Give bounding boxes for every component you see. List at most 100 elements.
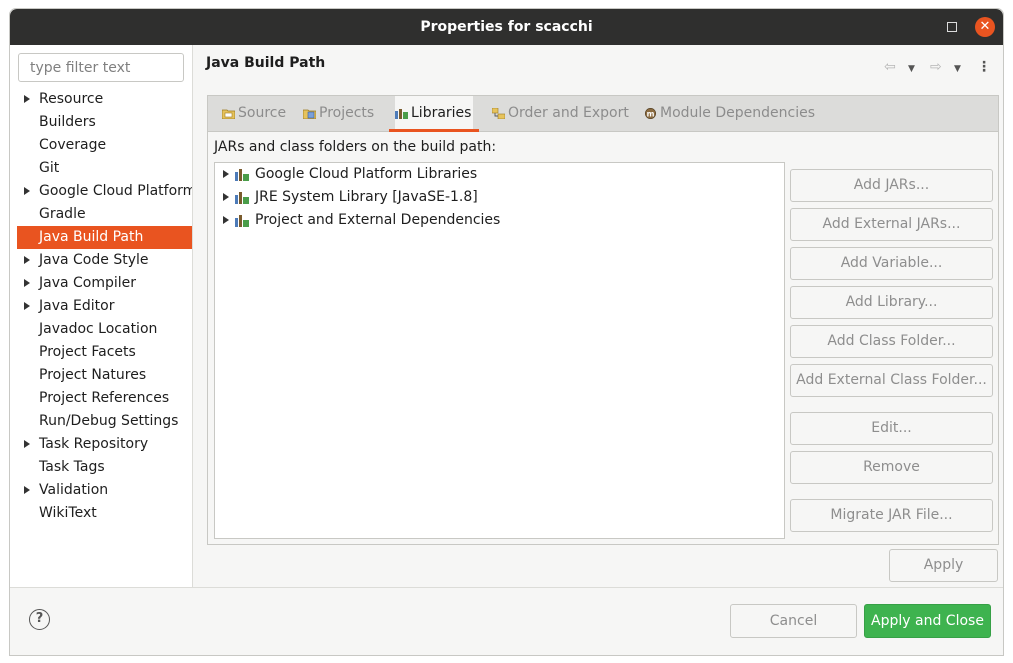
tab-label: Order and Export bbox=[508, 105, 629, 121]
tree-item-label: Task Tags bbox=[39, 459, 105, 475]
page-title: Java Build Path bbox=[206, 55, 326, 71]
expand-arrow-icon[interactable] bbox=[223, 193, 229, 201]
tree-item[interactable]: Builders bbox=[17, 111, 192, 134]
apply-and-close-button[interactable]: Apply and Close bbox=[864, 604, 991, 638]
tree-item[interactable]: Task Tags bbox=[17, 456, 192, 479]
module-icon: m bbox=[645, 108, 656, 119]
expand-arrow-icon[interactable] bbox=[223, 170, 229, 178]
tab-label: Libraries bbox=[411, 105, 472, 121]
source-folder-icon bbox=[222, 109, 235, 119]
expand-arrow-icon[interactable] bbox=[24, 440, 30, 448]
tab-strip: Source Projects Libraries Order and Expo… bbox=[208, 96, 998, 132]
add-variable-button[interactable]: Add Variable... bbox=[790, 247, 993, 280]
footer-divider bbox=[10, 587, 1003, 588]
library-icon bbox=[235, 169, 249, 181]
back-menu-chevron-icon[interactable]: ▼ bbox=[908, 61, 915, 77]
svg-text:m: m bbox=[647, 109, 655, 118]
tree-item-label: Java Build Path bbox=[39, 229, 144, 245]
tab-label: Projects bbox=[319, 105, 375, 121]
help-icon[interactable]: ? bbox=[29, 609, 50, 630]
tab-label: Module Dependencies bbox=[660, 105, 815, 121]
expand-arrow-icon[interactable] bbox=[24, 279, 30, 287]
library-icon bbox=[235, 215, 249, 227]
tree-item-label: Google Cloud Platform bbox=[39, 183, 192, 199]
tree-item[interactable]: Project Natures bbox=[17, 364, 192, 387]
tree-item-label: Git bbox=[39, 160, 60, 176]
tree-item[interactable]: Validation bbox=[17, 479, 192, 502]
tree-item[interactable]: WikiText bbox=[17, 502, 192, 525]
tab-order-and-export[interactable]: Order and Export bbox=[492, 96, 629, 131]
tree-item[interactable]: Javadoc Location bbox=[17, 318, 192, 341]
tree-item-label: Builders bbox=[39, 114, 96, 130]
tree-item[interactable]: Java Compiler bbox=[17, 272, 192, 295]
view-menu-icon[interactable]: ⋮ bbox=[977, 59, 991, 75]
add-jars-button[interactable]: Add JARs... bbox=[790, 169, 993, 202]
tab-source[interactable]: Source bbox=[222, 96, 286, 131]
forward-arrow-icon[interactable]: ⇨ bbox=[930, 59, 942, 75]
tab-label: Source bbox=[238, 105, 287, 121]
properties-dialog: Properties for scacchi ✕ Resource Builder… bbox=[9, 8, 1004, 656]
edit-button[interactable]: Edit... bbox=[790, 412, 993, 445]
build-path-tabs: Source Projects Libraries Order and Expo… bbox=[207, 95, 999, 545]
remove-button[interactable]: Remove bbox=[790, 451, 993, 484]
migrate-jar-button[interactable]: Migrate JAR File... bbox=[790, 499, 993, 532]
maximize-icon[interactable] bbox=[947, 22, 957, 32]
tab-module-dependencies[interactable]: m Module Dependencies bbox=[644, 96, 815, 131]
add-library-button[interactable]: Add Library... bbox=[790, 286, 993, 319]
tree-item-label: Project References bbox=[39, 390, 170, 406]
apply-button[interactable]: Apply bbox=[889, 549, 998, 582]
filter-input[interactable] bbox=[18, 53, 184, 82]
expand-arrow-icon[interactable] bbox=[24, 256, 30, 264]
tree-item-label: Task Repository bbox=[39, 436, 149, 452]
tree-item-label: WikiText bbox=[39, 505, 97, 521]
projects-folder-icon bbox=[303, 109, 316, 119]
close-icon[interactable]: ✕ bbox=[975, 17, 995, 37]
expand-arrow-icon[interactable] bbox=[24, 187, 30, 195]
forward-menu-chevron-icon[interactable]: ▼ bbox=[954, 61, 961, 77]
libraries-tree[interactable]: Google Cloud Platform Libraries JRE Syste… bbox=[214, 162, 785, 539]
tree-item[interactable]: Google Cloud Platform bbox=[17, 180, 192, 203]
title-bar[interactable]: Properties for scacchi ✕ bbox=[10, 9, 1003, 45]
tree-item-label: Java Editor bbox=[39, 298, 115, 314]
order-export-icon bbox=[492, 108, 505, 119]
library-icon bbox=[235, 192, 249, 204]
tree-item-label: Resource bbox=[39, 91, 104, 107]
category-tree: Resource Builders Coverage Git Google Cloud … bbox=[17, 88, 192, 525]
libraries-icon bbox=[395, 109, 408, 119]
expand-arrow-icon[interactable] bbox=[24, 95, 30, 103]
tree-item[interactable]: Resource bbox=[17, 88, 192, 111]
library-item[interactable]: Project and External Dependencies bbox=[215, 209, 784, 232]
tree-item[interactable]: Java Build Path bbox=[17, 226, 192, 249]
tab-projects[interactable]: Projects bbox=[303, 96, 374, 131]
tree-item[interactable]: Java Editor bbox=[17, 295, 192, 318]
build-path-label: JARs and class folders on the build path… bbox=[214, 139, 497, 155]
tree-item[interactable]: Git bbox=[17, 157, 192, 180]
tree-item-label: Project Facets bbox=[39, 344, 136, 360]
expand-arrow-icon[interactable] bbox=[24, 302, 30, 310]
tree-item-label: Run/Debug Settings bbox=[39, 413, 179, 429]
add-class-folder-button[interactable]: Add Class Folder... bbox=[790, 325, 993, 358]
tree-item[interactable]: Gradle bbox=[17, 203, 192, 226]
library-item-label: Google Cloud Platform Libraries bbox=[255, 166, 478, 182]
tree-item-label: Javadoc Location bbox=[39, 321, 158, 337]
tree-item[interactable]: Coverage bbox=[17, 134, 192, 157]
tree-item[interactable]: Project Facets bbox=[17, 341, 192, 364]
back-arrow-icon[interactable]: ⇦ bbox=[884, 59, 896, 75]
tree-item[interactable]: Project References bbox=[17, 387, 192, 410]
library-item[interactable]: Google Cloud Platform Libraries bbox=[215, 163, 784, 186]
tree-item-label: Validation bbox=[39, 482, 109, 498]
tree-item-label: Project Natures bbox=[39, 367, 147, 383]
tree-item[interactable]: Java Code Style bbox=[17, 249, 192, 272]
category-pane: Resource Builders Coverage Git Google Cloud … bbox=[10, 45, 193, 587]
library-item[interactable]: JRE System Library [JavaSE-1.8] bbox=[215, 186, 784, 209]
cancel-button[interactable]: Cancel bbox=[730, 604, 857, 638]
tree-item[interactable]: Task Repository bbox=[17, 433, 192, 456]
add-external-class-folder-button[interactable]: Add External Class Folder... bbox=[790, 364, 993, 397]
tree-item-label: Java Code Style bbox=[39, 252, 149, 268]
expand-arrow-icon[interactable] bbox=[223, 216, 229, 224]
tab-libraries[interactable]: Libraries bbox=[388, 96, 480, 132]
expand-arrow-icon[interactable] bbox=[24, 486, 30, 494]
add-external-jars-button[interactable]: Add External JARs... bbox=[790, 208, 993, 241]
window-title: Properties for scacchi bbox=[420, 19, 593, 35]
tree-item[interactable]: Run/Debug Settings bbox=[17, 410, 192, 433]
